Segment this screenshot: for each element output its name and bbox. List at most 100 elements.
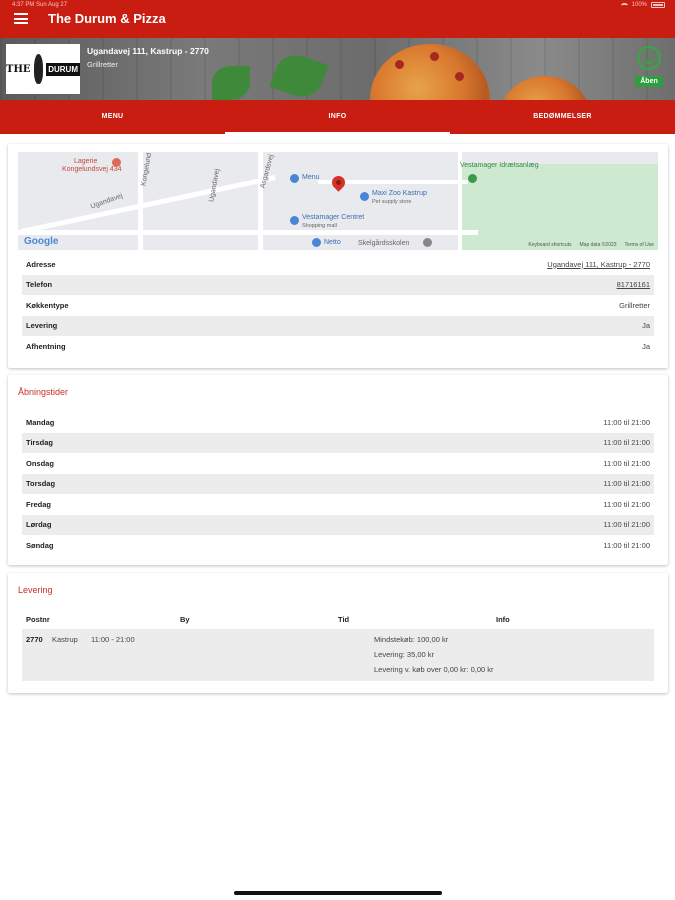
home-indicator[interactable] [234,891,442,895]
delivery-info-free-threshold: Levering v. køb over 0,00 kr: 0,00 kr [374,665,494,674]
hours-value: 11:00 til 21:00 [603,438,650,448]
wifi-icon [620,2,628,8]
opening-hours-card: Åbningstider Mandag 11:00 til 21:00 Tirs… [8,375,668,565]
restaurant-banner: THE DURUM Ugandavej 111, Kastrup - 2770 … [0,38,675,100]
map-label: Pet supply store [372,199,412,205]
info-value: Grillretter [619,300,650,310]
location-pin-icon [329,173,348,192]
address-link[interactable]: Ugandavej 111, Kastrup - 2770 [547,260,650,269]
map-label: Vestamager Centret [302,214,365,221]
section-title: Åbningstider [18,387,69,397]
logo-text-the: THE [6,63,31,75]
phone-link[interactable]: 81716161 [617,280,650,289]
map-road [138,152,143,250]
day-label: Tirsdag [26,438,53,448]
banner-address: Ugandavej 111, Kastrup - 2770 [87,46,209,56]
tab-info[interactable]: INFO [225,100,450,134]
basil-leaf-image [212,66,250,100]
map-poi-icon [468,174,477,183]
map-road [18,230,478,235]
info-row-address: Adresse Ugandavej 111, Kastrup - 2770 [22,254,654,275]
hours-value: 11:00 til 21:00 [603,540,650,550]
info-row-phone: Telefon 81716161 [22,274,654,295]
battery-icon [651,2,665,8]
tab-bar: MENU INFO BEDØMMELSER [0,100,675,134]
status-bar: 4:37 PM Sun Aug 27 100% [0,0,675,10]
open-status: Åben [633,46,665,88]
status-icons: 100% [620,2,665,8]
map-road [20,175,276,234]
map-label: Vestamager Idrætsanlæg [460,162,539,169]
day-label: Lørdag [26,520,52,530]
hours-value: 11:00 til 21:00 [603,499,650,509]
restaurant-logo: THE DURUM [6,44,80,94]
delivery-postnr: 2770 [26,635,43,644]
map-credit[interactable]: Terms of Use [625,242,654,248]
map-label: Shopping mall [302,223,337,229]
info-row-delivery: Levering Ja [22,315,654,336]
column-header-tid: Tid [338,614,350,624]
pepperoni-image [455,72,464,81]
map-poi-icon [112,158,121,167]
day-label: Fredag [26,499,52,509]
map-poi-icon [360,192,369,201]
hours-value: 11:00 til 21:00 [603,520,650,530]
day-label: Mandag [26,417,55,427]
banner-cuisine: Grillretter [87,60,118,69]
info-value: Ja [642,341,650,351]
logo-text-durum: DURUM [46,62,80,76]
open-badge: Åben [635,76,663,87]
hours-row: Torsdag 11:00 til 21:00 [22,473,654,494]
map-label: Kongelundsvej 434 [62,166,122,173]
hours-value: 11:00 til 21:00 [603,458,650,468]
delivery-table-row: 2770 Kastrup 11:00 - 21:00 Mindstekøb: 1… [22,629,654,681]
info-key: Adresse [26,259,56,269]
map-credit[interactable]: Keyboard shortcuts [528,242,571,248]
pepperoni-image [430,52,439,61]
app-title: The Durum & Pizza [48,11,166,26]
map-poi-icon [312,238,321,247]
delivery-card: Levering Postnr By Tid Info 2770 Kastrup… [8,573,668,693]
delivery-time: 11:00 - 21:00 [91,635,135,644]
map-road [258,152,263,250]
google-logo: Google [24,236,59,247]
day-label: Søndag [26,540,54,550]
info-table: Adresse Ugandavej 111, Kastrup - 2770 Te… [22,254,654,357]
column-header-postnr: Postnr [26,614,50,624]
delivery-city: Kastrup [52,635,78,644]
hours-row: Søndag 11:00 til 21:00 [22,535,654,556]
location-map[interactable]: Lagerie Kongelundsvej 434 Ugandavej Kong… [18,152,658,250]
smiley-icon [637,46,661,70]
delivery-info-fee: Levering: 35,00 kr [374,650,435,659]
delivery-table-header: Postnr By Tid Info [22,610,654,628]
status-time: 4:37 PM Sun Aug 27 [12,2,68,8]
map-label: Skelgårdsskolen [358,240,410,247]
hours-row: Tirsdag 11:00 til 21:00 [22,432,654,453]
map-credits: Keyboard shortcuts Map data ©2023 Terms … [528,242,654,248]
tab-menu[interactable]: MENU [0,100,225,134]
info-key: Telefon [26,280,53,290]
info-key: Afhentning [26,341,66,351]
section-title: Levering [18,585,53,595]
map-poi-icon [290,174,299,183]
hours-row: Lørdag 11:00 til 21:00 [22,514,654,535]
column-header-by: By [180,614,190,624]
map-label: Netto [324,239,341,246]
delivery-info-minimum: Mindstekøb: 100,00 kr [374,635,449,644]
map-label: Lagerie [74,158,98,165]
map-label: Maxi Zoo Kastrup [372,190,427,197]
tab-reviews[interactable]: BEDØMMELSER [450,100,675,134]
hours-table: Mandag 11:00 til 21:00 Tirsdag 11:00 til… [22,412,654,556]
park-area [462,164,658,250]
map-label: Menu [302,174,320,181]
info-key: Køkkentype [26,300,69,310]
hours-row: Fredag 11:00 til 21:00 [22,494,654,515]
hours-value: 11:00 til 21:00 [603,479,650,489]
hamburger-menu-icon[interactable] [14,13,28,24]
info-row-pickup: Afhentning Ja [22,336,654,357]
day-label: Torsdag [26,479,56,489]
hours-value: 11:00 til 21:00 [603,417,650,427]
app-bar: 4:37 PM Sun Aug 27 100% The Durum & Pizz… [0,0,675,38]
column-header-info: Info [496,614,510,624]
map-credit: Map data ©2023 [579,242,617,248]
